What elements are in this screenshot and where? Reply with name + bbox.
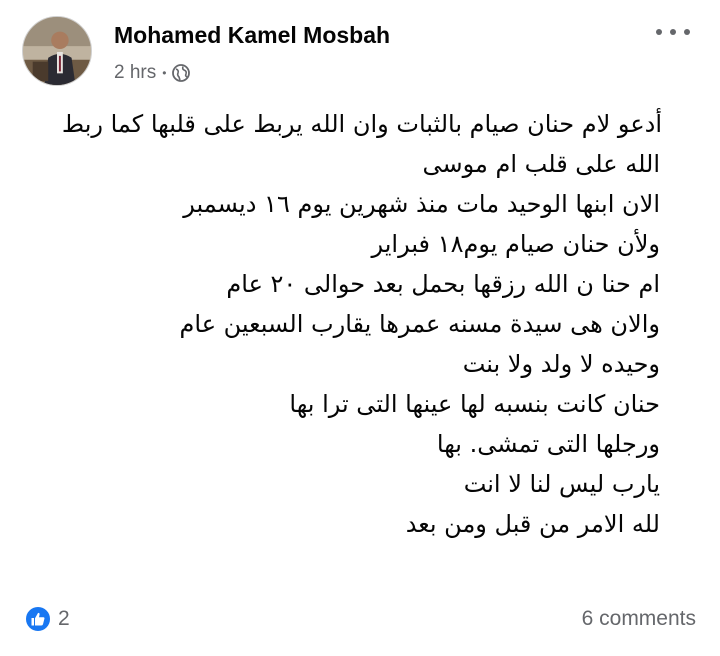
post-line: ورجلها التى تمشى. بها	[436, 430, 660, 458]
dot-icon	[684, 29, 690, 35]
more-options-icon[interactable]	[656, 26, 690, 38]
post-line: يارب ليس لنا لا انت	[463, 470, 660, 498]
comments-link[interactable]: 6 comments	[582, 604, 696, 634]
globe-icon[interactable]	[172, 64, 191, 82]
post-line: ام حنا ن الله رزقها بحمل بعد حوالى ٢٠ عا…	[226, 270, 660, 298]
post-line: لله الامر من قبل ومن بعد	[405, 510, 660, 538]
reaction-count: 2	[58, 607, 70, 630]
avatar[interactable]	[22, 16, 92, 86]
post-meta: 2 hrs •	[114, 60, 191, 86]
dot-icon	[656, 29, 662, 35]
post-line: ولأن حنان صيام يوم١٨ فبراير	[371, 230, 660, 258]
post-line: الله على قلب ام موسى	[422, 150, 660, 178]
dot-icon	[670, 29, 676, 35]
post-card: Mohamed Kamel Mosbah 2 hrs • أدعو لام حن…	[0, 0, 720, 656]
like-icon	[24, 605, 52, 633]
meta-separator: •	[162, 66, 167, 80]
profile-photo	[23, 17, 91, 85]
reactions-summary[interactable]: 2	[24, 604, 70, 634]
post-line: والان هى سيدة مسنه عمرها يقارب السبعين ع…	[179, 310, 660, 338]
author-name[interactable]: Mohamed Kamel Mosbah	[114, 22, 390, 49]
post-line: حنان كانت بنسبه لها عينها التى ترا بها	[289, 390, 660, 418]
post-line: وحيده لا ولد ولا بنت	[462, 350, 660, 378]
timestamp[interactable]: 2 hrs	[114, 62, 156, 84]
post-line: الان ابنها الوحيد مات منذ شهرين يوم ١٦ د…	[183, 190, 660, 218]
post-line: أدعو لام حنان صيام بالثبات وان الله يربط…	[61, 110, 662, 138]
post-text: أدعو لام حنان صيام بالثبات وان الله يربط…	[40, 104, 662, 544]
